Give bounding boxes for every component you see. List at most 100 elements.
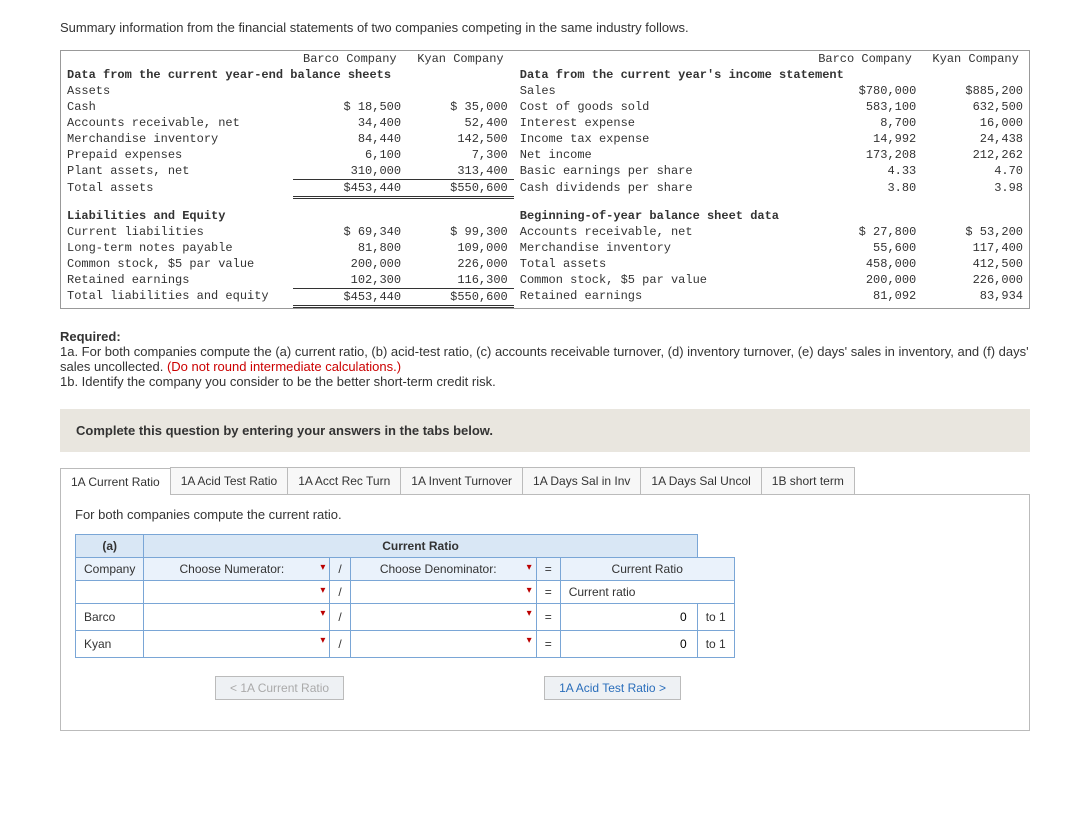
- ar-barco: 34,400: [293, 115, 407, 131]
- inv-barco: 84,440: [293, 131, 407, 147]
- prev-tab-label: 1A Current Ratio: [240, 681, 329, 695]
- required-section: Required: 1a. For both companies compute…: [60, 329, 1030, 389]
- numerator-header[interactable]: Choose Numerator:: [144, 557, 330, 580]
- ar-kyan: 52,400: [407, 115, 514, 131]
- inv-kyan: 142,500: [407, 131, 514, 147]
- calc-table: (a) Current Ratio Company Choose Numerat…: [75, 534, 735, 658]
- intexp-label: Interest expense: [514, 115, 808, 131]
- sales-kyan: $885,200: [922, 83, 1029, 99]
- tle-kyan: $550,600: [407, 288, 514, 306]
- panel-description: For both companies compute the current r…: [75, 507, 1015, 522]
- slash-header: /: [330, 557, 350, 580]
- prepaid-label: Prepaid expenses: [61, 147, 293, 163]
- total-assets-kyan: $550,600: [407, 180, 514, 198]
- col-hdr-kyan-right: Kyan Company: [922, 51, 1029, 67]
- cl-kyan: $ 99,300: [407, 224, 514, 240]
- ltn-label: Long-term notes payable: [61, 240, 293, 256]
- eq: =: [536, 603, 560, 630]
- cash-barco: $ 18,500: [293, 99, 407, 115]
- tabs-instruction: Complete this question by entering your …: [60, 409, 1030, 452]
- tax-kyan: 24,438: [922, 131, 1029, 147]
- boy-ar-kyan: $ 53,200: [922, 224, 1029, 240]
- boy-ta-barco: 458,000: [808, 256, 922, 272]
- chevron-right-icon: >: [659, 681, 666, 695]
- beps-kyan: 4.70: [922, 163, 1029, 180]
- tab-acct-rec-turn[interactable]: 1A Acct Rec Turn: [287, 467, 401, 494]
- cdps-kyan: 3.98: [922, 180, 1029, 198]
- prepaid-kyan: 7,300: [407, 147, 514, 163]
- barco-numerator-input[interactable]: [144, 603, 330, 630]
- total-assets-barco: $453,440: [293, 180, 407, 198]
- tax-barco: 14,992: [808, 131, 922, 147]
- tle-label: Total liabilities and equity: [61, 288, 293, 306]
- re-kyan: 116,300: [407, 272, 514, 289]
- cs-barco: 200,000: [293, 256, 407, 272]
- next-tab-label: 1A Acid Test Ratio: [559, 681, 656, 695]
- left-section-title: Data from the current year-end balance s…: [61, 67, 514, 83]
- kyan-denominator-input[interactable]: [350, 630, 536, 657]
- boy-cs-kyan: 226,000: [922, 272, 1029, 289]
- cl-barco: $ 69,340: [293, 224, 407, 240]
- boy-ar-barco: $ 27,800: [808, 224, 922, 240]
- kyan-numerator-input[interactable]: [144, 630, 330, 657]
- plant-barco: 310,000: [293, 163, 407, 180]
- cs-kyan: 226,000: [407, 256, 514, 272]
- beps-label: Basic earnings per share: [514, 163, 808, 180]
- boy-inv-label: Merchandise inventory: [514, 240, 808, 256]
- boy-ta-kyan: 412,500: [922, 256, 1029, 272]
- tax-label: Income tax expense: [514, 131, 808, 147]
- boy-ar-label: Accounts receivable, net: [514, 224, 808, 240]
- required-1b: 1b. Identify the company you consider to…: [60, 374, 496, 389]
- barco-denominator-input[interactable]: [350, 603, 536, 630]
- boy-re-kyan: 83,934: [922, 288, 1029, 306]
- tab-invent-turnover[interactable]: 1A Invent Turnover: [400, 467, 523, 494]
- beps-barco: 4.33: [808, 163, 922, 180]
- prev-tab-button[interactable]: < 1A Current Ratio: [215, 676, 344, 700]
- slash: /: [330, 630, 350, 657]
- right-section-title: Data from the current year's income stat…: [514, 67, 1029, 83]
- liab-equity-header: Liabilities and Equity: [61, 208, 293, 224]
- inv-label: Merchandise inventory: [61, 131, 293, 147]
- boy-inv-barco: 55,600: [808, 240, 922, 256]
- cs-label: Common stock, $5 par value: [61, 256, 293, 272]
- assets-header: Assets: [61, 83, 293, 99]
- col-a-header: (a): [76, 534, 144, 557]
- next-tab-button[interactable]: 1A Acid Test Ratio >: [544, 676, 681, 700]
- tab-acid-test[interactable]: 1A Acid Test Ratio: [170, 467, 289, 494]
- generic-result-label: Current ratio: [560, 580, 734, 603]
- ar-label: Accounts receivable, net: [61, 115, 293, 131]
- cash-kyan: $ 35,000: [407, 99, 514, 115]
- denominator-header[interactable]: Choose Denominator:: [350, 557, 536, 580]
- tab-1b-short-term[interactable]: 1B short term: [761, 467, 855, 494]
- cdps-label: Cash dividends per share: [514, 180, 808, 198]
- cogs-kyan: 632,500: [922, 99, 1029, 115]
- ltn-barco: 81,800: [293, 240, 407, 256]
- generic-numerator-select[interactable]: [144, 580, 330, 603]
- barco-result-value[interactable]: [560, 603, 697, 630]
- ni-kyan: 212,262: [922, 147, 1029, 163]
- total-assets-label: Total assets: [61, 180, 293, 198]
- boy-re-label: Retained earnings: [514, 288, 808, 306]
- prepaid-barco: 6,100: [293, 147, 407, 163]
- col-hdr-barco-left: Barco Company: [293, 51, 407, 67]
- ni-label: Net income: [514, 147, 808, 163]
- kyan-result-value[interactable]: [560, 630, 697, 657]
- re-label: Retained earnings: [61, 272, 293, 289]
- tab-current-ratio[interactable]: 1A Current Ratio: [60, 468, 171, 495]
- tab-days-sal-inv[interactable]: 1A Days Sal in Inv: [522, 467, 641, 494]
- tab-days-sal-uncol[interactable]: 1A Days Sal Uncol: [640, 467, 761, 494]
- eq: =: [536, 630, 560, 657]
- tle-barco: $453,440: [293, 288, 407, 306]
- ltn-kyan: 109,000: [407, 240, 514, 256]
- barco-to1: to 1: [697, 603, 734, 630]
- intro-text: Summary information from the financial s…: [60, 20, 1030, 35]
- tabs-bar: 1A Current Ratio 1A Acid Test Ratio 1A A…: [60, 467, 1030, 495]
- cl-label: Current liabilities: [61, 224, 293, 240]
- generic-denominator-select[interactable]: [350, 580, 536, 603]
- col-hdr-kyan-left: Kyan Company: [407, 51, 514, 67]
- chevron-left-icon: <: [230, 681, 237, 695]
- boy-ta-label: Total assets: [514, 256, 808, 272]
- required-1a-note: (Do not round intermediate calculations.…: [167, 359, 401, 374]
- result-header: Current Ratio: [560, 557, 734, 580]
- plant-label: Plant assets, net: [61, 163, 293, 180]
